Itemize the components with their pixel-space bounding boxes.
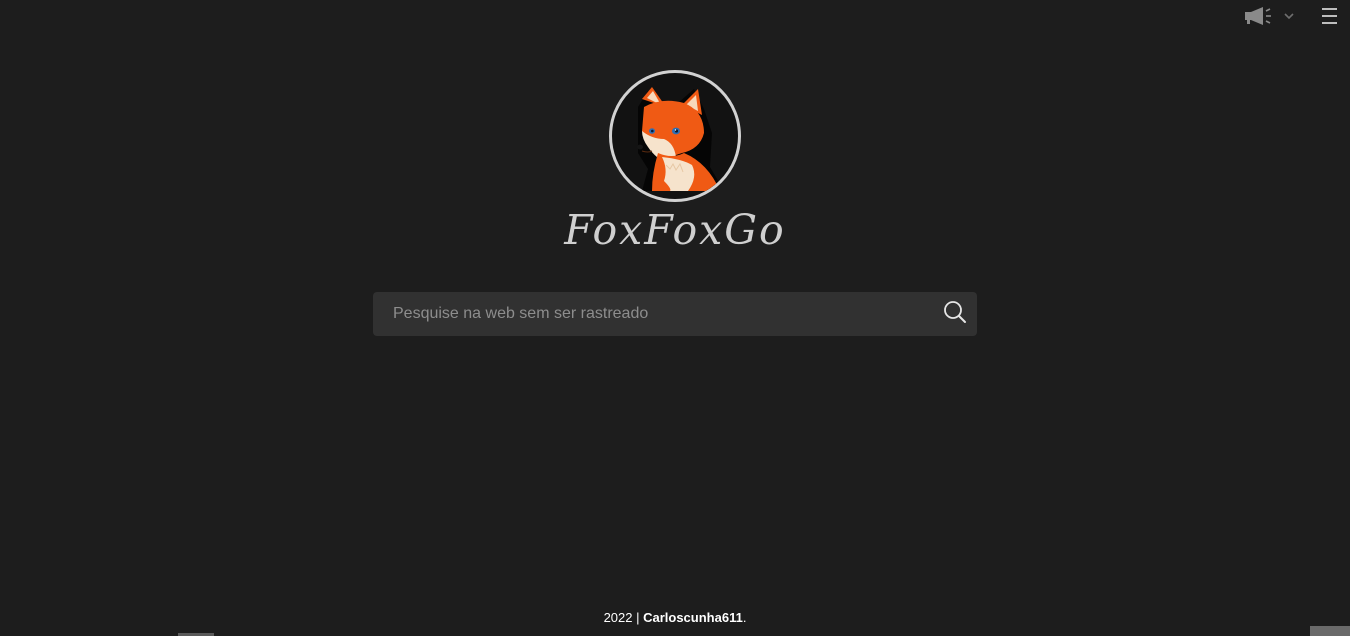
fox-logo[interactable] [609, 70, 741, 202]
search-icon [943, 300, 967, 329]
announcements-button[interactable] [1243, 6, 1297, 26]
search-button[interactable] [933, 292, 977, 336]
megaphone-icon [1243, 6, 1273, 26]
search-input[interactable] [373, 292, 933, 336]
chevron-down-icon [1283, 11, 1295, 21]
hamburger-menu-icon [1321, 8, 1339, 30]
footer: 2022 | Carloscunha611. [0, 610, 1350, 625]
logo-container [0, 70, 1350, 202]
footer-author-link[interactable]: Carloscunha611 [643, 610, 743, 625]
footer-separator: | [632, 610, 644, 625]
search-bar [373, 292, 977, 336]
corner-widget[interactable] [1310, 626, 1350, 636]
page: FoxFoxGo 2022 | Carloscunha611. [0, 0, 1350, 636]
footer-year: 2022 [603, 610, 633, 625]
brand-name: FoxFoxGo [564, 206, 786, 254]
footer-suffix: . [742, 610, 747, 625]
hamburger-menu-button[interactable] [1321, 6, 1339, 26]
